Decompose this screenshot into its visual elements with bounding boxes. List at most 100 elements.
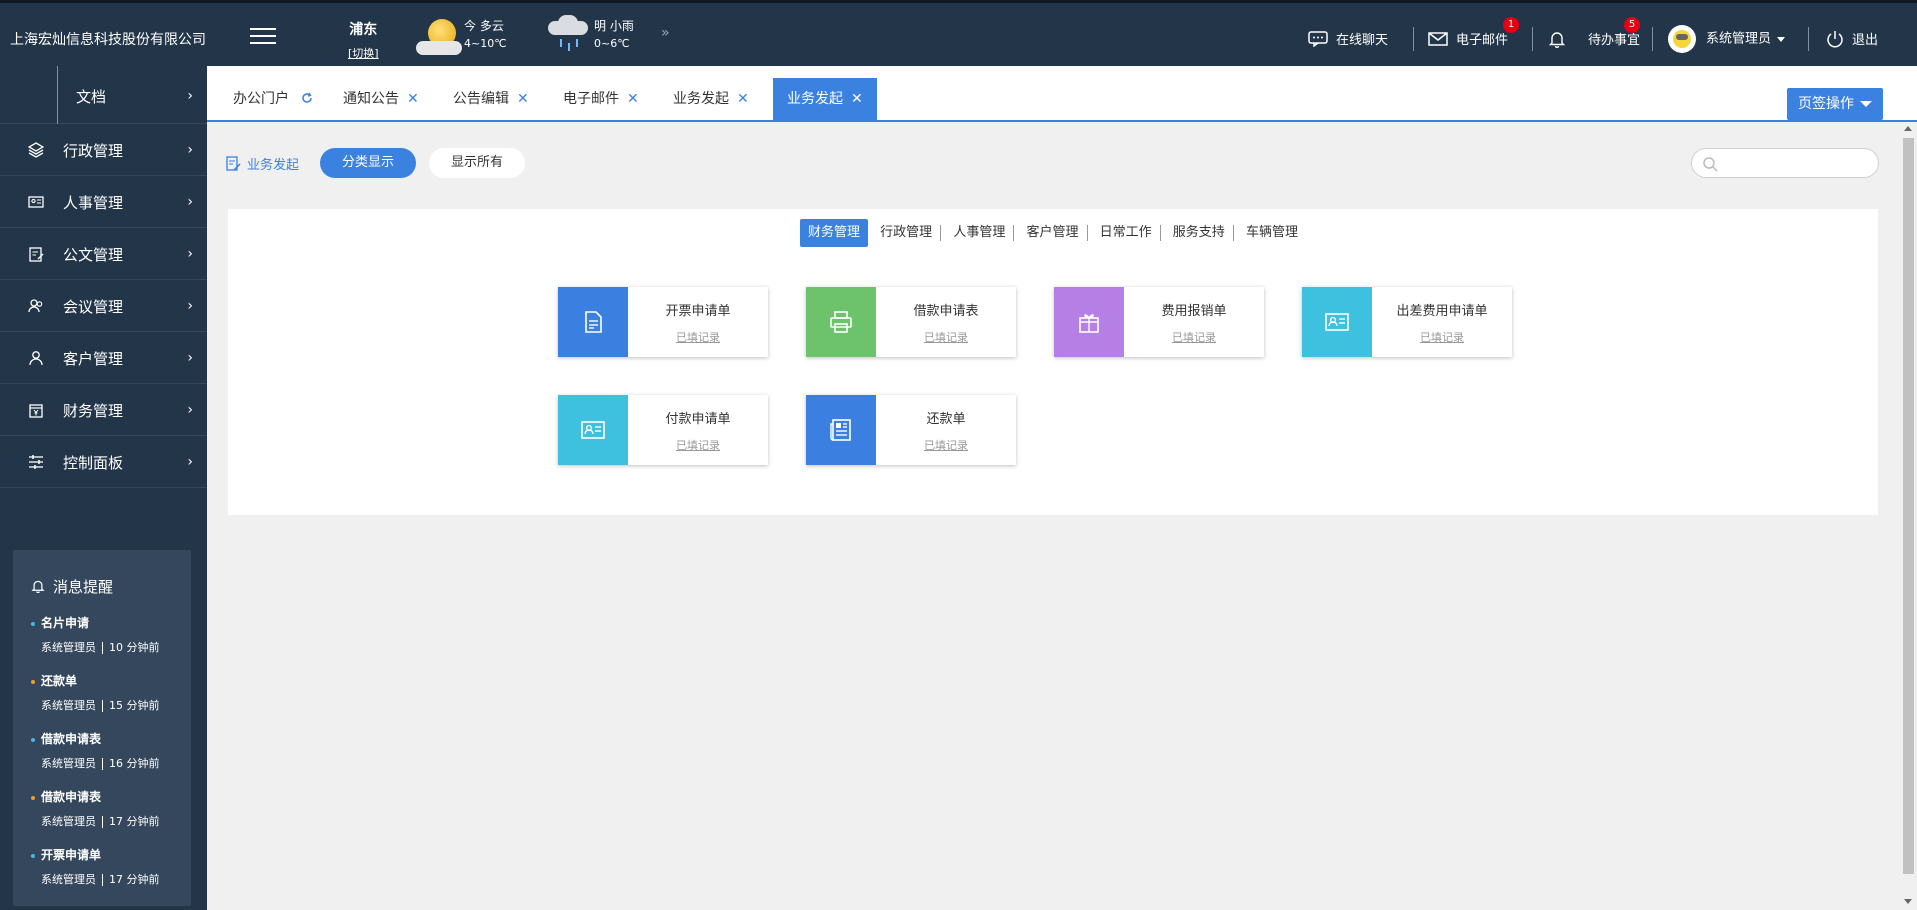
scroll-up-icon[interactable] — [1904, 126, 1912, 131]
form-edit-icon — [225, 155, 241, 176]
todo-button[interactable]: 待办事宜 5 — [1548, 17, 1640, 52]
sidebar-item-finance[interactable]: 财务管理 › — [0, 384, 207, 436]
id-card-icon — [1302, 287, 1372, 357]
search-icon — [1702, 156, 1718, 176]
tab-notice-edit[interactable]: 公告编辑 ✕ — [439, 78, 543, 120]
show-all-button[interactable]: 显示所有 — [429, 148, 525, 178]
form-card-travel[interactable]: 出差费用申请单 已填记录 — [1302, 287, 1512, 357]
location-city: 浦东 — [349, 22, 378, 38]
chevron-down-icon — [1777, 36, 1786, 42]
sidebar-item-hr[interactable]: 人事管理 › — [0, 176, 207, 228]
divider — [1532, 27, 1533, 51]
scrollbar-thumb[interactable] — [1903, 138, 1914, 874]
close-icon[interactable]: ✕ — [407, 78, 419, 120]
tab-email[interactable]: 电子邮件 ✕ — [549, 78, 653, 120]
form-card-repayment[interactable]: 还款单 已填记录 — [806, 395, 1016, 465]
divider — [57, 66, 58, 124]
tab-business-start-active[interactable]: 业务发起 ✕ — [773, 78, 877, 120]
chevron-right-icon: › — [187, 402, 193, 418]
chevron-right-icon: › — [187, 454, 193, 470]
message-item[interactable]: 还款单 系统管理员 15 分钟前 — [31, 672, 191, 713]
category-customers[interactable]: 客户管理 — [1018, 219, 1086, 247]
menu-toggle-icon[interactable] — [250, 28, 276, 48]
filled-records-link[interactable]: 已填记录 — [1124, 329, 1264, 345]
scroll-down-icon[interactable] — [1904, 899, 1912, 904]
category-hr[interactable]: 人事管理 — [945, 219, 1013, 247]
close-icon[interactable]: ✕ — [737, 78, 749, 120]
form-card-payment[interactable]: 付款申请单 已填记录 — [558, 395, 768, 465]
status-dot — [31, 621, 35, 626]
sidebar-item-official-docs[interactable]: 公文管理 › — [0, 228, 207, 280]
chevron-right-icon: › — [187, 350, 193, 366]
status-dot — [31, 679, 35, 684]
message-item[interactable]: 开票申请单 系统管理员 17 分钟前 — [31, 846, 191, 887]
message-user: 系统管理员 — [41, 757, 96, 770]
form-card-invoice[interactable]: 开票申请单 已填记录 — [558, 287, 768, 357]
message-title: 借款申请表 — [41, 790, 102, 804]
category-admin[interactable]: 行政管理 — [872, 219, 940, 247]
caret-down-icon — [1860, 101, 1872, 107]
category-vehicles[interactable]: 车辆管理 — [1238, 219, 1306, 247]
sidebar-item-admin[interactable]: 行政管理 › — [0, 124, 207, 176]
message-item[interactable]: 名片申请 系统管理员 10 分钟前 — [31, 614, 191, 655]
refresh-icon[interactable] — [301, 78, 313, 120]
message-item[interactable]: 借款申请表 系统管理员 16 分钟前 — [31, 730, 191, 771]
category-finance[interactable]: 财务管理 — [800, 219, 869, 247]
filled-records-link[interactable]: 已填记录 — [628, 329, 768, 345]
sidebar-item-control-panel[interactable]: 控制面板 › — [0, 436, 207, 488]
tab-business-start[interactable]: 业务发起 ✕ — [659, 78, 763, 120]
message-user: 系统管理员 — [41, 815, 96, 828]
divider — [1652, 27, 1653, 51]
content-toolbar: 业务发起 分类显示 显示所有 — [207, 122, 1897, 202]
category-daily-work[interactable]: 日常工作 — [1092, 219, 1160, 247]
gift-icon — [1054, 287, 1124, 357]
bell-icon — [1548, 30, 1566, 52]
filled-records-link[interactable]: 已填记录 — [876, 437, 1016, 453]
tab-portal[interactable]: 办公门户 — [219, 78, 327, 120]
sidebar-item-documents[interactable]: 文档 › — [0, 66, 207, 124]
document-edit-icon — [28, 246, 44, 262]
chevron-right-icon: › — [187, 88, 193, 104]
category-view-button[interactable]: 分类显示 — [320, 148, 416, 178]
form-card-expense[interactable]: 费用报销单 已填记录 — [1054, 287, 1264, 357]
email-button[interactable]: 电子邮件 1 — [1428, 17, 1519, 50]
online-chat-label: 在线聊天 — [1336, 33, 1389, 48]
filled-records-link[interactable]: 已填记录 — [876, 329, 1016, 345]
form-card-loan[interactable]: 借款申请表 已填记录 — [806, 287, 1016, 357]
message-user: 系统管理员 — [41, 699, 96, 712]
close-icon[interactable]: ✕ — [517, 78, 529, 120]
sidebar-item-label: 客户管理 — [63, 350, 124, 368]
user-name: 系统管理员 — [1706, 31, 1772, 47]
message-time: 17 分钟前 — [109, 873, 160, 886]
sidebar-item-meetings[interactable]: 会议管理 › — [0, 280, 207, 332]
top-header: 上海宏灿信息科技股份有限公司 浦东 [切换] 今 多云 4~10℃ 明 小雨 0… — [0, 0, 1917, 66]
category-service-support[interactable]: 服务支持 — [1165, 219, 1233, 247]
weather-more-icon[interactable]: » — [661, 25, 670, 41]
user-menu[interactable]: 系统管理员 — [1668, 25, 1786, 53]
sidebar-item-customers[interactable]: 客户管理 › — [0, 332, 207, 384]
bell-icon — [31, 579, 45, 597]
id-card-icon — [28, 194, 44, 210]
close-icon[interactable]: ✕ — [851, 78, 863, 120]
close-icon[interactable]: ✕ — [627, 78, 639, 120]
location-switch-link[interactable]: [切换] — [348, 45, 379, 61]
status-dot — [31, 795, 35, 800]
sidebar-item-label: 文档 — [76, 88, 107, 106]
email-label: 电子邮件 — [1456, 33, 1509, 48]
logout-label: 退出 — [1852, 33, 1879, 48]
search-input[interactable] — [1691, 148, 1879, 178]
message-item[interactable]: 借款申请表 系统管理员 17 分钟前 — [31, 788, 191, 829]
finance-icon — [28, 402, 44, 418]
vertical-scrollbar[interactable] — [1900, 122, 1917, 910]
weather-tomorrow-label: 明 小雨 — [594, 19, 634, 33]
filled-records-link[interactable]: 已填记录 — [628, 437, 768, 453]
sidebar-item-label: 控制面板 — [63, 454, 124, 472]
online-chat-button[interactable]: 在线聊天 — [1308, 29, 1388, 51]
page-ops-button[interactable]: 页签操作 — [1787, 88, 1883, 120]
message-reminders-title: 消息提醒 — [31, 576, 113, 597]
filled-records-link[interactable]: 已填记录 — [1372, 329, 1512, 345]
layers-icon — [27, 142, 45, 158]
tab-notices[interactable]: 通知公告 ✕ — [329, 78, 433, 120]
logout-button[interactable]: 退出 — [1826, 29, 1878, 52]
form-card-title: 费用报销单 — [1161, 304, 1227, 319]
